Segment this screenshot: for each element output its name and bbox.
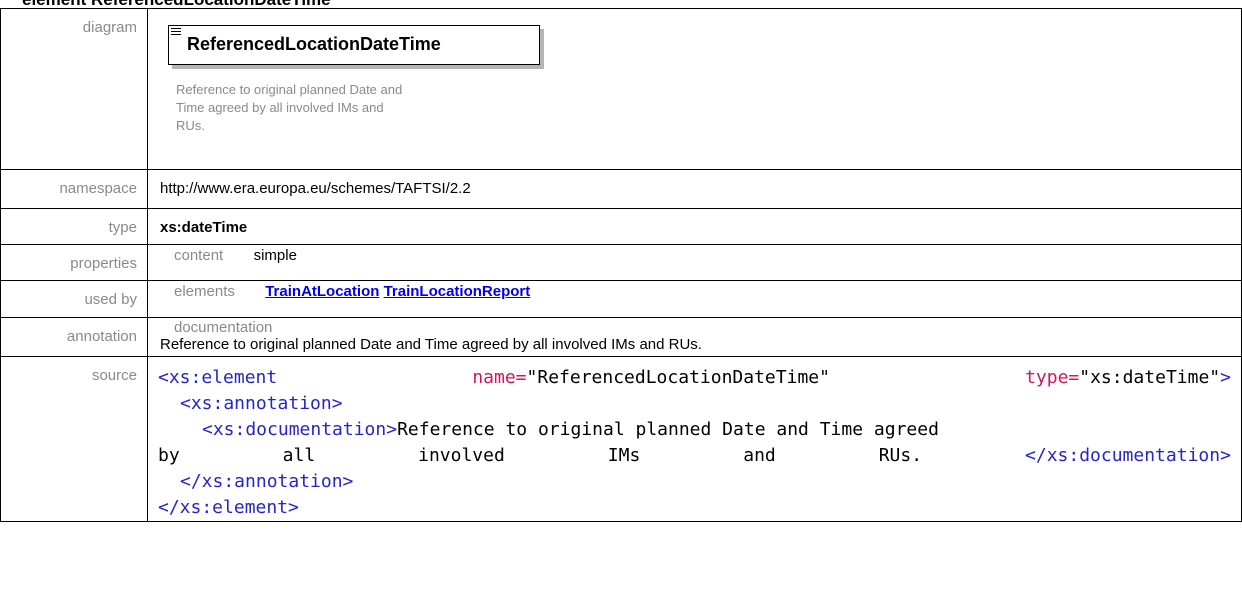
- properties-sublabel: content: [174, 247, 224, 264]
- source-line-1: <xs:element name="ReferencedLocationDate…: [158, 367, 1231, 388]
- diagram-row: diagram ReferencedLocationDateTime Refer…: [0, 8, 1242, 170]
- row-label-type: type: [0, 208, 148, 245]
- row-label-diagram: diagram: [0, 8, 148, 170]
- namespace-row: namespace http://www.era.europa.eu/schem…: [0, 169, 1242, 209]
- row-label-source: source: [0, 356, 148, 522]
- source-line-2: <xs:annotation>: [180, 393, 343, 414]
- source-row: source <xs:element name="ReferencedLocat…: [0, 356, 1242, 522]
- properties-row: properties content simple: [0, 244, 1242, 281]
- element-box-name: ReferencedLocationDateTime: [187, 34, 441, 54]
- used-by-row: used by elements TrainAtLocation TrainLo…: [0, 280, 1242, 318]
- row-label-namespace: namespace: [0, 169, 148, 209]
- element-doc-table: diagram ReferencedLocationDateTime Refer…: [0, 8, 1242, 522]
- type-value: xs:dateTime: [147, 208, 1242, 245]
- row-label-used-by: used by: [0, 280, 148, 318]
- source-line-4: by all involved IMs and RUs. </xs:docume…: [158, 445, 1231, 466]
- source-line-6: </xs:element>: [158, 497, 299, 518]
- annotation-text: Reference to original planned Date and T…: [160, 336, 702, 353]
- type-row: type xs:dateTime: [0, 208, 1242, 245]
- link-train-at-location[interactable]: TrainAtLocation: [265, 283, 379, 300]
- used-by-sublabel: elements: [174, 283, 235, 300]
- element-icon: [171, 28, 181, 38]
- source-line-5: </xs:annotation>: [180, 471, 354, 492]
- source-line-3: <xs:documentation>Reference to original …: [202, 419, 939, 440]
- row-label-properties: properties: [0, 244, 148, 281]
- annotation-sublabel: documentation: [174, 319, 273, 336]
- annotation-row: annotation documentation Reference to or…: [0, 317, 1242, 357]
- element-box[interactable]: ReferencedLocationDateTime: [168, 25, 540, 65]
- properties-value: simple: [253, 247, 297, 264]
- namespace-value: http://www.era.europa.eu/schemes/TAFTSI/…: [147, 169, 1242, 209]
- row-label-annotation: annotation: [0, 317, 148, 357]
- link-train-location-report[interactable]: TrainLocationReport: [384, 283, 531, 300]
- element-box-doc: Reference to original planned Date and T…: [176, 82, 403, 133]
- schema-diagram: ReferencedLocationDateTime Reference to …: [148, 9, 1241, 169]
- source-code: <xs:element name="ReferencedLocationDate…: [147, 356, 1242, 522]
